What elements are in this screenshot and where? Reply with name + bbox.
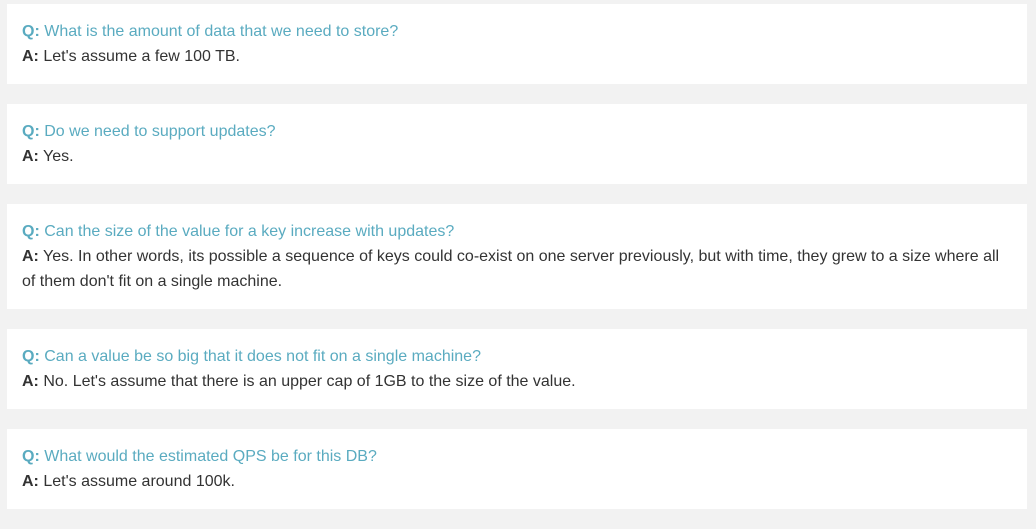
question: Q: Do we need to support updates? bbox=[22, 120, 1012, 144]
qa-list: Q: What is the amount of data that we ne… bbox=[7, 4, 1027, 529]
answer: A: Yes. bbox=[22, 144, 1012, 169]
answer-prefix: A: bbox=[22, 148, 39, 165]
question-text: Can a value be so big that it does not f… bbox=[44, 348, 481, 365]
answer: A: Yes. In other words, its possible a s… bbox=[22, 244, 1012, 294]
answer-text: Yes. bbox=[43, 148, 74, 165]
answer-prefix: A: bbox=[22, 473, 39, 490]
question-text: Do we need to support updates? bbox=[44, 123, 276, 140]
qa-card: Q: Do we need to support updates? A: Yes… bbox=[7, 104, 1027, 184]
question: Q: Can the size of the value for a key i… bbox=[22, 220, 1012, 244]
answer: A: No. Let's assume that there is an upp… bbox=[22, 369, 1012, 394]
answer-prefix: A: bbox=[22, 248, 39, 265]
question-prefix: Q: bbox=[22, 223, 40, 240]
answer-prefix: A: bbox=[22, 48, 39, 65]
answer-text: No. Let's assume that there is an upper … bbox=[43, 373, 576, 390]
question-text: What would the estimated QPS be for this… bbox=[44, 448, 377, 465]
answer-text: Let's assume a few 100 TB. bbox=[43, 48, 240, 65]
question: Q: Can a value be so big that it does no… bbox=[22, 345, 1012, 369]
question-text: Can the size of the value for a key incr… bbox=[44, 223, 455, 240]
question-prefix: Q: bbox=[22, 23, 40, 40]
answer-text: Let's assume around 100k. bbox=[43, 473, 235, 490]
qa-card: Q: What would the estimated QPS be for t… bbox=[7, 429, 1027, 509]
question-prefix: Q: bbox=[22, 448, 40, 465]
qa-card: Q: Can the size of the value for a key i… bbox=[7, 204, 1027, 309]
question: Q: What would the estimated QPS be for t… bbox=[22, 445, 1012, 469]
question-prefix: Q: bbox=[22, 123, 40, 140]
answer: A: Let's assume a few 100 TB. bbox=[22, 44, 1012, 69]
qa-card: Q: What is the amount of data that we ne… bbox=[7, 4, 1027, 84]
answer: A: Let's assume around 100k. bbox=[22, 469, 1012, 494]
question: Q: What is the amount of data that we ne… bbox=[22, 20, 1012, 44]
qa-card: Q: Can a value be so big that it does no… bbox=[7, 329, 1027, 409]
answer-text: Yes. In other words, its possible a sequ… bbox=[22, 248, 1000, 290]
question-text: What is the amount of data that we need … bbox=[44, 23, 399, 40]
answer-prefix: A: bbox=[22, 373, 39, 390]
question-prefix: Q: bbox=[22, 348, 40, 365]
